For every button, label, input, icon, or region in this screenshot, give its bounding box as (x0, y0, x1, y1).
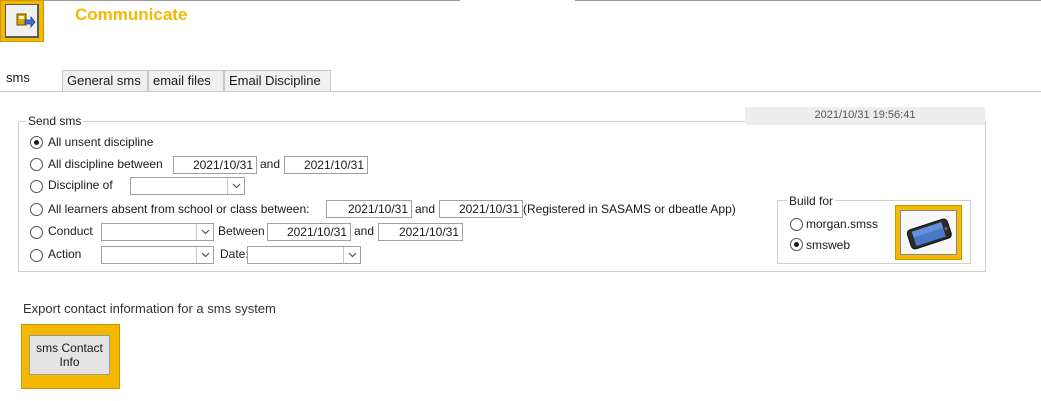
radio-conduct[interactable] (30, 226, 43, 239)
chevron-down-icon[interactable] (227, 178, 244, 194)
label-and: and (260, 157, 281, 171)
timestamp: 2021/10/31 19:56:41 (745, 107, 985, 125)
label-all-unsent: All unsent discipline (48, 135, 154, 149)
communicate-button[interactable] (0, 0, 44, 42)
chevron-down-icon[interactable] (196, 224, 213, 240)
build-sms-button[interactable] (895, 205, 962, 260)
label-discipline-between: All discipline between (48, 157, 163, 171)
radio-learners-absent[interactable] (30, 203, 43, 216)
radio-discipline-of[interactable] (30, 180, 43, 193)
label-learners-absent: All learners absent from school or class… (48, 202, 310, 216)
label-and-conduct: and (354, 224, 375, 238)
action-date-select[interactable] (247, 246, 361, 264)
absent-to-date[interactable]: 2021/10/31 (439, 200, 523, 218)
build-for-label: Build for (787, 194, 836, 208)
communicate-icon (5, 4, 39, 38)
tab-sms[interactable]: sms (2, 68, 62, 92)
chevron-down-icon[interactable] (343, 247, 360, 263)
label-action: Action (48, 247, 82, 261)
radio-smsweb[interactable] (790, 238, 803, 251)
radio-discipline-between[interactable] (30, 158, 43, 171)
label-between: Between (218, 224, 265, 238)
export-label: Export contact information for a sms sys… (23, 301, 276, 316)
discipline-from-date[interactable]: 2021/10/31 (173, 156, 257, 174)
sms-contact-info-label: sms Contact Info (29, 335, 110, 375)
label-smsweb: smsweb (806, 238, 851, 252)
discipline-of-select[interactable] (130, 177, 245, 195)
sms-contact-info-line1: sms Contact (36, 341, 103, 355)
tab-email-files[interactable]: email files (148, 70, 224, 91)
radio-morgan-smss[interactable] (790, 218, 803, 231)
label-date: Date: (220, 247, 249, 261)
sms-contact-info-line2: Info (59, 355, 80, 369)
radio-action[interactable] (30, 249, 43, 262)
label-registered-note: (Registered in SASAMS or dbeatle App) (523, 202, 736, 216)
conduct-to-date[interactable]: 2021/10/31 (378, 223, 463, 241)
action-select[interactable] (101, 246, 214, 264)
radio-all-unsent[interactable] (30, 136, 43, 149)
send-sms-group-label: Send sms (26, 114, 84, 128)
label-morgan-smss: morgan.smss (806, 217, 879, 231)
page-title: Communicate (75, 5, 188, 24)
label-and-absent: and (415, 202, 436, 216)
absent-from-date[interactable]: 2021/10/31 (326, 200, 412, 218)
conduct-select[interactable] (101, 223, 214, 241)
conduct-from-date[interactable]: 2021/10/31 (267, 223, 351, 241)
tab-general-sms[interactable]: General sms (62, 70, 148, 91)
chevron-down-icon[interactable] (196, 247, 213, 263)
tab-email-discipline[interactable]: Email Discipline (224, 70, 331, 91)
mobile-phone-icon (900, 210, 957, 255)
tab-divider (0, 91, 1041, 92)
sms-contact-info-button[interactable]: sms Contact Info (21, 324, 120, 389)
label-discipline-of: Discipline of (48, 178, 113, 192)
label-conduct: Conduct (48, 224, 93, 238)
discipline-to-date[interactable]: 2021/10/31 (284, 156, 368, 174)
